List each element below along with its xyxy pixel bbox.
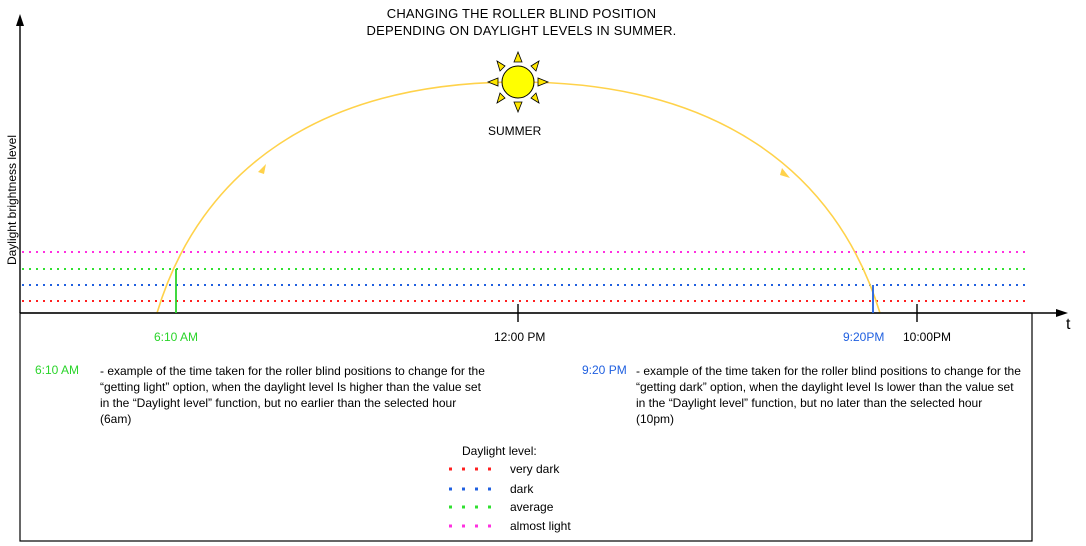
evening-note-time: 9:20 PM	[582, 363, 627, 377]
legend-swatch-very-dark	[449, 467, 492, 471]
legend-item-average: average	[448, 499, 553, 515]
diagram-title-line1: CHANGING THE ROLLER BLIND POSITION	[386, 6, 657, 21]
sun-path-arc	[156, 81, 881, 314]
tick-label-noon: 12:00 PM	[494, 330, 546, 344]
y-axis-label: Daylight brightness level	[5, 134, 19, 266]
legend-label-almost-light: almost light	[510, 519, 571, 533]
legend-title: Daylight level:	[462, 444, 537, 458]
season-label: SUMMER	[488, 124, 542, 138]
morning-note-text: - example of the time taken for the roll…	[100, 364, 485, 426]
legend-label-average: average	[510, 500, 554, 514]
morning-note-time: 6:10 AM	[35, 363, 80, 377]
evening-note-text: - example of the time taken for the roll…	[636, 364, 1021, 426]
legend-swatch-almost-light	[449, 524, 492, 528]
sun-path-arrow-setting	[780, 168, 790, 178]
legend-swatch-average	[449, 505, 492, 509]
diagram-title-line2: DEPENDING ON DAYLIGHT LEVELS IN SUMMER.	[366, 23, 677, 38]
legend-label-dark: dark	[510, 482, 534, 496]
tick-label-evening: 9:20PM	[843, 330, 885, 344]
tick-label-morning: 6:10 AM	[154, 330, 199, 344]
legend-label-very-dark: very dark	[510, 462, 560, 476]
sun-path-arrow-rising	[258, 164, 266, 174]
legend-item-almost-light: almost light	[448, 518, 571, 534]
legend-item-dark: dark	[448, 481, 533, 497]
sun-icon	[486, 50, 550, 114]
x-axis-label: t	[1066, 316, 1071, 333]
diagram-canvas: CHANGING THE ROLLER BLIND POSITION DEPEN…	[0, 0, 1086, 546]
tick-label-limit: 10:00PM	[903, 330, 952, 344]
legend-swatch-dark	[449, 487, 492, 491]
legend-item-very-dark: very dark	[448, 461, 559, 477]
